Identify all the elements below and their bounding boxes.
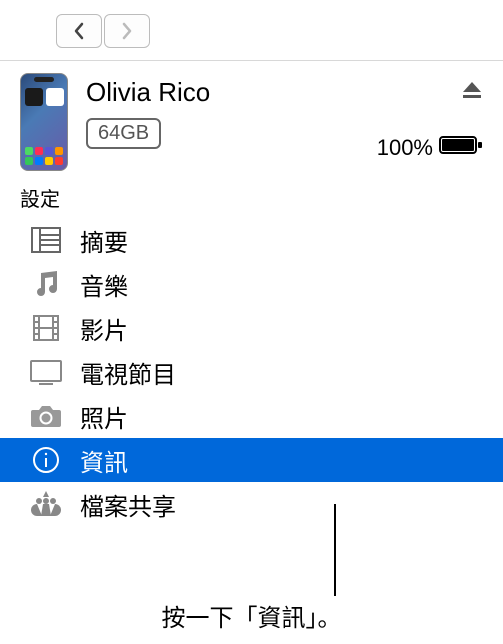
sidebar-item-label: 檔案共享 [80, 487, 176, 522]
sidebar-item-label: 音樂 [80, 267, 128, 302]
tv-icon [28, 356, 64, 388]
nav-back-button[interactable] [56, 14, 102, 48]
sidebar-item-movies[interactable]: 影片 [0, 306, 503, 350]
film-icon [28, 312, 64, 344]
storage-badge: 64GB [86, 118, 161, 149]
chevron-right-icon [120, 22, 134, 40]
section-label: 設定 [0, 179, 503, 218]
sidebar-item-filesharing[interactable]: 檔案共享 [0, 482, 503, 526]
sidebar-item-summary[interactable]: 摘要 [0, 218, 503, 262]
sidebar-item-label: 電視節目 [80, 355, 176, 390]
device-header: Olivia Rico 64GB 100% [0, 61, 503, 179]
apps-icon [28, 488, 64, 520]
device-thumbnail[interactable] [20, 73, 68, 171]
summary-icon [28, 224, 64, 256]
sidebar-item-label: 照片 [80, 399, 128, 434]
sidebar-item-photos[interactable]: 照片 [0, 394, 503, 438]
callout-text: 按一下「資訊」。 [0, 598, 503, 633]
sidebar-item-label: 影片 [80, 311, 128, 346]
device-name: Olivia Rico [86, 77, 359, 108]
battery-icon [439, 134, 483, 161]
music-icon [28, 268, 64, 300]
sidebar-item-info[interactable]: 資訊 [0, 438, 503, 482]
sidebar-item-label: 資訊 [80, 443, 128, 478]
sidebar-item-label: 摘要 [80, 223, 128, 258]
sidebar-item-music[interactable]: 音樂 [0, 262, 503, 306]
info-icon [28, 444, 64, 476]
chevron-left-icon [72, 22, 86, 40]
camera-icon [28, 400, 64, 432]
sidebar-item-tv[interactable]: 電視節目 [0, 350, 503, 394]
eject-button[interactable] [461, 79, 483, 106]
nav-forward-button[interactable] [104, 14, 150, 48]
battery-percentage: 100% [377, 135, 433, 161]
callout-pointer [334, 504, 336, 596]
sidebar-list: 摘要 音樂 影片 電視節目 照片 資訊 檔案共享 [0, 218, 503, 526]
